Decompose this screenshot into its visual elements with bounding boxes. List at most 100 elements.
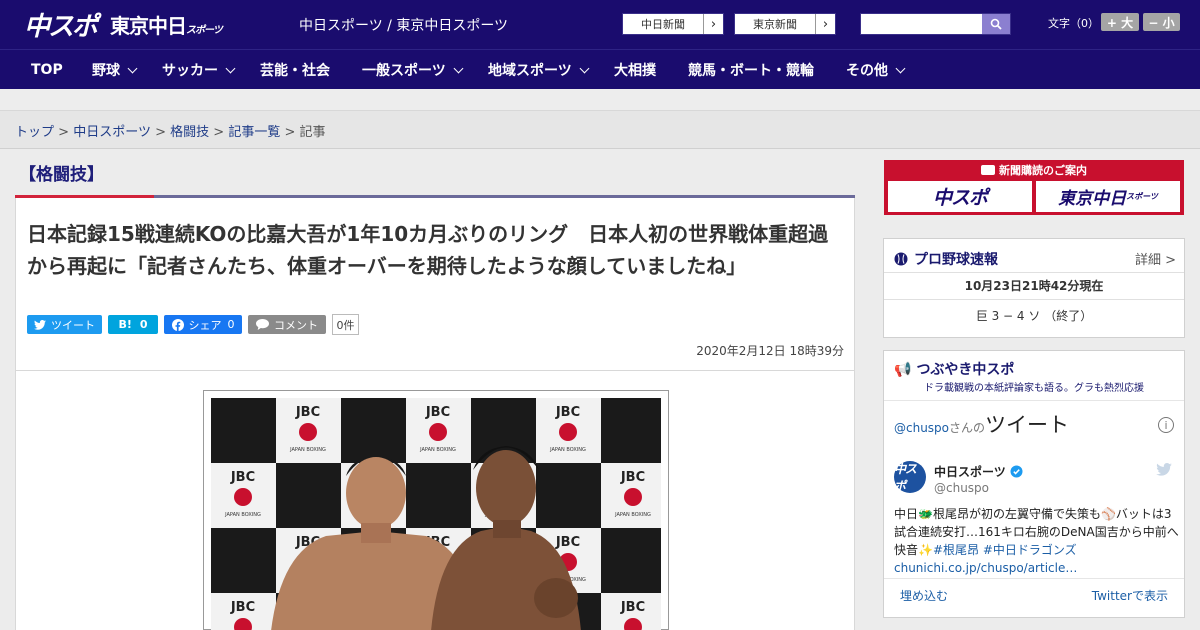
facebook-label: シェア [188,318,222,332]
twitter-bird-icon [34,319,46,330]
tokyo-chunichi-logo[interactable]: 東京中日スポーツ [110,10,223,39]
nav-item-general-sports[interactable]: 一般スポーツ [362,50,464,90]
ad-strip [0,89,1200,111]
article-photo-frame[interactable]: JBC JAPAN BOXING JBC JAPAN BOXING [203,390,669,630]
baseball-detail-link[interactable]: 詳細 > [1135,249,1176,268]
nav-item-racing[interactable]: 競馬・ボート・競輪 [688,50,814,90]
comment-label: コメント [274,318,318,332]
nav-item-top[interactable]: TOP [31,50,63,90]
nav-item-label: 大相撲 [614,63,656,79]
chunichi-shimbun-link[interactable]: 中日新聞 › [622,13,724,35]
breadcrumb-top[interactable]: トップ [15,125,54,140]
baseball-score-widget: プロ野球速報 詳細 > 10月23日21時42分現在 巨 3 − 4 ソ （終了… [883,238,1185,338]
baseball-widget-title-text: プロ野球速報 [914,252,998,268]
chunichi-shimbun-label: 中日新聞 [641,18,685,31]
chevron-down-icon [127,63,138,73]
facebook-icon [171,318,184,331]
nav-item-entertainment[interactable]: 芸能・社会 [260,50,330,90]
category-label[interactable]: 【格闘技】 [19,160,104,185]
boxers-photo-image: JBC JAPAN BOXING JBC JAPAN BOXING [211,398,661,630]
tweet-link[interactable]: chunichi.co.jp/chuspo/article… [894,561,1077,575]
hatena-bookmark-button[interactable]: B! 0 [108,315,158,334]
comment-button[interactable]: コメント [248,315,326,334]
twitter-widget: 📢 つぶやき中スポ ドラ載観戦の本紙評論家も語る。グラも熱烈応援 @chuspoさ… [883,350,1185,618]
search-input[interactable] [860,13,1011,35]
top-header: 中スポ 東京中日スポーツ 中日スポーツ / 東京中日スポーツ 中日新聞 › 東京… [0,0,1200,49]
nav-item-label: 芸能・社会 [260,63,330,79]
tweet-button[interactable]: ツイート [27,315,102,334]
breadcrumb-separator: > [284,125,296,140]
twitter-bird-icon[interactable] [1156,463,1172,476]
view-on-twitter-link[interactable]: Twitterで表示 [1092,587,1168,604]
article-photo-area: JBC JAPAN BOXING JBC JAPAN BOXING [15,371,855,630]
tweet-hashtags[interactable]: #根尾昂 #中日ドラゴンズ [933,543,1077,557]
timeline-handle-link[interactable]: @chuspo [894,421,949,435]
verified-badge-icon [1010,465,1023,478]
comment-count: 0件 [332,314,359,335]
baseball-score[interactable]: 巨 3 − 4 ソ （終了） [884,307,1184,324]
megaphone-icon: 📢 [894,362,912,378]
embed-link[interactable]: 埋め込む [900,587,948,604]
breadcrumb-article-list[interactable]: 記事一覧 [228,125,280,140]
subscribe-tokyo-button[interactable]: 東京中日 スポーツ [1036,181,1180,212]
article-date: 2020年2月12日 18時39分 [696,344,844,358]
speech-bubble-icon [256,319,269,330]
breadcrumb-current: 記事 [299,125,326,140]
nav-item-sumo[interactable]: 大相撲 [614,50,656,90]
chevron-down-icon [453,63,464,73]
nav-item-label: 野球 [92,63,120,79]
timeline-handle-suffix: さんの [949,421,986,435]
nav-item-label: 地域スポーツ [488,63,572,79]
font-size-label: 文字（0） [1048,17,1099,30]
nav-item-label: サッカー [162,63,218,79]
newspaper-icon [981,165,995,175]
tokyo-shimbun-label: 東京新聞 [753,18,797,31]
subscribe-chuspo-button[interactable]: 中スポ [888,181,1032,212]
twitter-timeline: @chuspoさんのツイート i 中スポ 中日スポーツ @chuspo 中日🐲根… [884,400,1184,575]
font-larger-button[interactable]: + 大 [1101,13,1139,31]
facebook-share-button[interactable]: シェア 0 [164,315,242,334]
hatena-count: 0 [139,318,148,331]
chevron-down-icon [895,63,906,73]
font-smaller-button[interactable]: − 小 [1143,13,1180,31]
twitter-widget-title-text: つぶやき中スポ [916,362,1015,378]
twitter-widget-title: 📢 つぶやき中スポ [894,359,1014,379]
subscription-heading-text: 新聞購読のご案内 [999,164,1087,177]
info-icon[interactable]: i [1158,417,1174,433]
search-button[interactable] [982,14,1010,34]
nav-item-baseball[interactable]: 野球 [92,50,138,90]
tweet-label: ツイート [51,318,95,332]
chevron-right-icon: › [703,14,723,34]
baseball-update-time: 10月23日21時42分現在 [884,272,1184,300]
breadcrumb-martial-arts[interactable]: 格闘技 [170,125,209,140]
article-photo: JBC JAPAN BOXING JBC JAPAN BOXING [211,398,661,630]
chevron-down-icon [579,63,590,73]
subscription-banner[interactable]: 新聞購読のご案内 中スポ 東京中日 スポーツ [884,160,1184,215]
tweet-account-handle[interactable]: @chuspo [934,481,989,495]
tokyo-logo-small: スポーツ [186,25,223,36]
breadcrumb-chunichi-sports[interactable]: 中日スポーツ [73,125,151,140]
site-title[interactable]: 中日スポーツ / 東京中日スポーツ [299,15,508,35]
facebook-count: 0 [227,318,235,331]
baseball-widget-title: プロ野球速報 [894,249,998,269]
chevron-down-icon [225,63,236,73]
tokyo-shimbun-link[interactable]: 東京新聞 › [734,13,836,35]
timeline-tweets-word: ツイート [985,413,1070,437]
subscribe-tokyo-small: スポーツ [1126,192,1158,201]
nav-item-label: TOP [31,62,63,78]
nav-item-local-sports[interactable]: 地域スポーツ [488,50,590,90]
nav-item-soccer[interactable]: サッカー [162,50,236,90]
chuspo-logo[interactable]: 中スポ [24,6,98,43]
tweet-account-name[interactable]: 中日スポーツ [934,463,1023,480]
chevron-right-icon: › [815,14,835,34]
breadcrumb-separator: > [213,125,225,140]
avatar[interactable]: 中スポ [894,461,926,493]
article-headline: 日本記録15戦連続KOの比嘉大吾が1年10カ月ぶりのリング 日本人初の世界戦体重… [27,222,829,278]
timeline-footer-divider [884,578,1184,579]
timeline-header: @chuspoさんのツイート [894,409,1069,439]
subscription-heading: 新聞購読のご案内 [884,162,1184,178]
baseball-icon [894,252,908,266]
main-nav: TOP 野球 サッカー 芸能・社会 一般スポーツ 地域スポーツ 大相撲 競馬・ボ… [0,49,1200,89]
nav-item-other[interactable]: その他 [846,50,906,90]
search-icon [990,18,1002,30]
